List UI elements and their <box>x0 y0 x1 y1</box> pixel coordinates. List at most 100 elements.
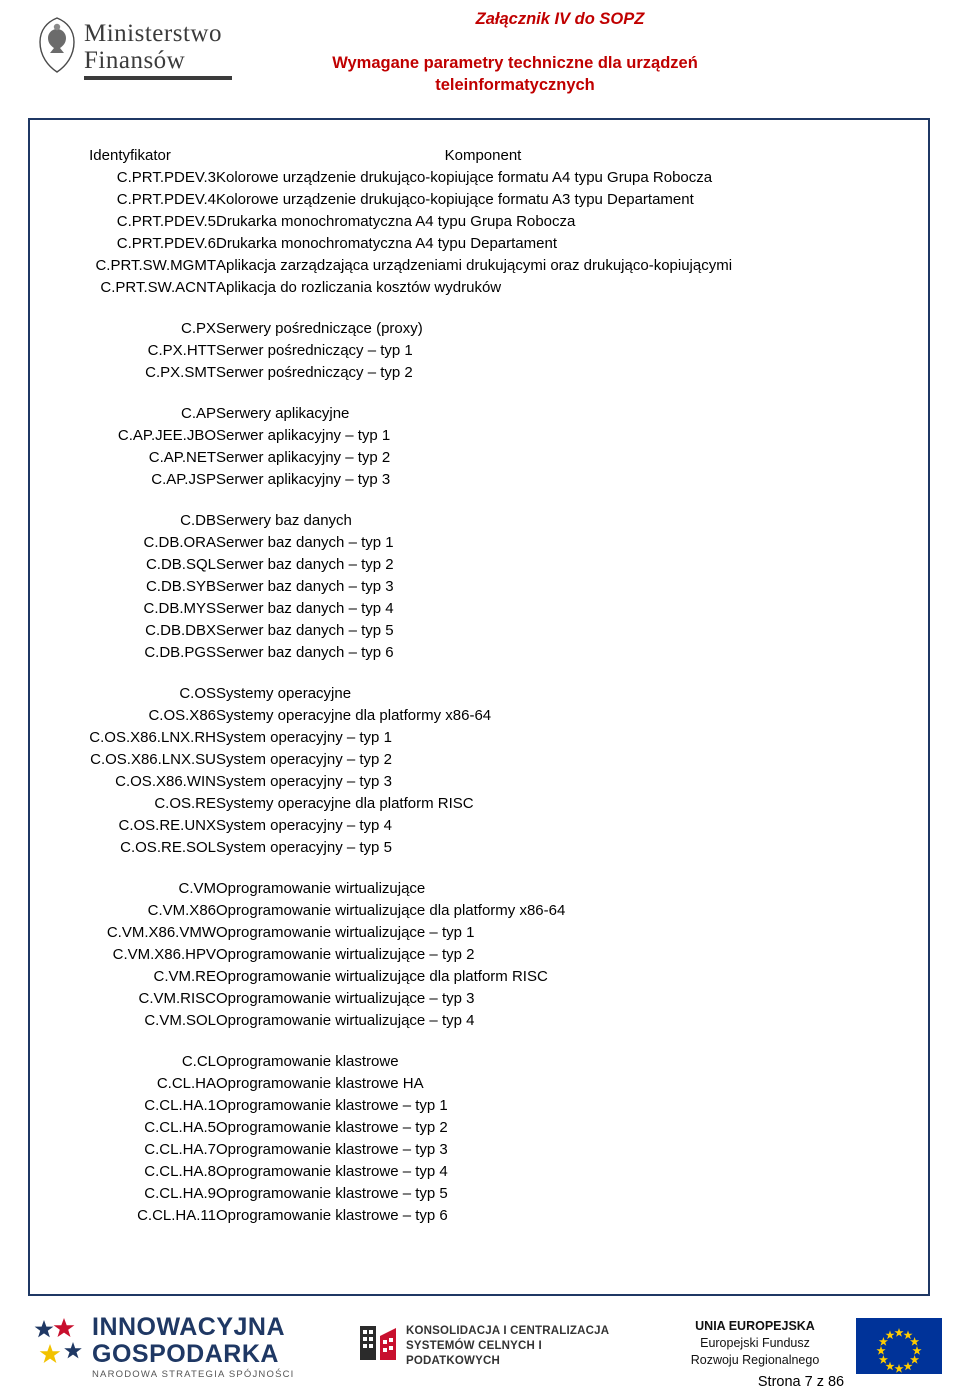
component-cell: Drukarka monochromatyczna A4 typu Grupa … <box>216 213 576 230</box>
component-cell: Serwer pośredniczący – typ 2 <box>216 364 413 381</box>
identifier-cell: C.DB.SYB <box>145 578 216 595</box>
innowacyjna-text: INNOWACYJNA GOSPODARKA NARODOWA STRATEGI… <box>92 1314 324 1382</box>
component-cell: Serwer baz danych – typ 4 <box>216 600 394 617</box>
table-row: C.CL.HA.9 Oprogramowanie klastrowe – typ … <box>44 1183 750 1205</box>
innowacyjna-stars-icon <box>34 1316 88 1370</box>
table-row: C.OS.X86.LNX.SU System operacyjny – typ 2 <box>44 749 750 771</box>
identifier-cell: C.DB.DBX <box>145 622 216 639</box>
component-cell: Serwer baz danych – typ 1 <box>216 534 394 551</box>
table-header-row: Identyfikator Komponent <box>44 145 750 167</box>
eu-funds-logo: UNIA EUROPEJSKA Europejski Fundusz Rozwo… <box>660 1314 942 1376</box>
component-cell: Oprogramowanie wirtualizujące – typ 1 <box>216 924 475 941</box>
innowacyjna-line1: INNOWACYJNA <box>92 1313 286 1341</box>
table-row: C.CL.HA Oprogramowanie klastrowe HA <box>44 1073 750 1095</box>
table-row: C.AP.JEE.JBO Serwer aplikacyjny – typ 1 <box>44 425 750 447</box>
identifier-cell: C.CL <box>181 1053 216 1070</box>
identifier-cell: C.OS <box>179 685 216 702</box>
table-spacer-row <box>44 1032 750 1051</box>
konsolidacja-line2: SYSTEMÓW CELNYCH I PODATKOWYCH <box>406 1340 542 1367</box>
table-row: C.CL.HA.11 Oprogramowanie klastrowe – typ… <box>44 1205 750 1227</box>
identifier-cell: C.VM.X86.VMW <box>106 924 216 941</box>
component-cell: System operacyjny – typ 1 <box>216 729 392 746</box>
table-body: C.PRT.PDEV.3 Kolorowe urządzenie drukując… <box>44 167 750 1227</box>
component-cell: Oprogramowanie klastrowe – typ 2 <box>216 1119 448 1136</box>
identifier-cell: C.OS.RE.SOL <box>120 839 216 856</box>
identifier-cell: C.PX.SMT <box>145 364 216 381</box>
table-row: C.CL Oprogramowanie klastrowe <box>44 1051 750 1073</box>
spacer-cell <box>216 299 750 318</box>
component-cell: Serwer aplikacyjny – typ 2 <box>216 449 391 466</box>
identifier-cell: C.OS.X86.LNX.SU <box>90 751 216 768</box>
identifier-cell: C.PRT.SW.ACNT <box>100 279 216 296</box>
component-cell: Aplikacja do rozliczania kosztów wydrukó… <box>216 279 502 296</box>
component-cell: Serwery baz danych <box>216 512 352 529</box>
table-row: C.VM.X86.HPV Oprogramowanie wirtualizując… <box>44 944 750 966</box>
table-row: C.DB.DBX Serwer baz danych – typ 5 <box>44 620 750 642</box>
ministry-logo-line2: Finansów <box>84 47 186 74</box>
table-row: C.VM.RE Oprogramowanie wirtualizujące dla… <box>44 966 750 988</box>
identifier-cell: C.VM.SOL <box>144 1012 216 1029</box>
eu-text: UNIA EUROPEJSKA Europejski Fundusz Rozwo… <box>660 1318 850 1369</box>
spacer-cell <box>44 384 216 403</box>
eu-line1: UNIA EUROPEJSKA <box>695 1319 815 1333</box>
table-row: C.CL.HA.8 Oprogramowanie klastrowe – typ … <box>44 1161 750 1183</box>
identifier-cell: C.PRT.SW.MGMT <box>95 257 216 274</box>
table-row: C.DB.MYS Serwer baz danych – typ 4 <box>44 598 750 620</box>
identifier-cell: C.PRT.PDEV.4 <box>116 191 216 208</box>
document-title-line2: teleinformatycznych <box>435 76 595 94</box>
table-row: C.OS.RE Systemy operacyjne dla platform R… <box>44 793 750 815</box>
column-header-identyfikator: Identyfikator <box>89 147 171 164</box>
component-cell: Drukarka monochromatyczna A4 typu Depart… <box>216 235 557 252</box>
table-row: C.DB Serwery baz danych <box>44 510 750 532</box>
component-cell: Serwer baz danych – typ 5 <box>216 622 394 639</box>
component-cell: Kolorowe urządzenie drukująco-kopiujące … <box>216 169 713 186</box>
identifier-cell: C.CL.HA.8 <box>144 1163 216 1180</box>
ministry-logo-text: Ministerstwo Finansów <box>84 20 234 74</box>
table-row: C.PX Serwery pośredniczące (proxy) <box>44 318 750 340</box>
table-row: C.PX.HTT Serwer pośredniczący – typ 1 <box>44 340 750 362</box>
spacer-cell <box>44 664 216 683</box>
identifier-cell: C.DB.SQL <box>145 556 216 573</box>
table-row: C.PRT.PDEV.3 Kolorowe urządzenie drukując… <box>44 167 750 189</box>
annex-label: Załącznik IV do SOPZ <box>475 10 645 28</box>
identifier-cell: C.CL.HA.9 <box>144 1185 216 1202</box>
table-row: C.OS.X86.LNX.RH System operacyjny – typ 1 <box>44 727 750 749</box>
spacer-cell <box>44 491 216 510</box>
polish-eagle-crest-icon <box>34 16 80 74</box>
identifier-cell: C.VM.X86.HPV <box>112 946 216 963</box>
ministry-logo-rule <box>84 76 232 80</box>
page-footer: INNOWACYJNA GOSPODARKA NARODOWA STRATEGI… <box>0 1300 960 1391</box>
table-spacer-row <box>44 859 750 878</box>
table-row: C.VM.X86 Oprogramowanie wirtualizujące dl… <box>44 900 750 922</box>
table-row: C.OS.X86 Systemy operacyjne dla platformy… <box>44 705 750 727</box>
identifier-cell: C.DB <box>180 512 216 529</box>
identifier-cell: C.CL.HA.5 <box>144 1119 216 1136</box>
spacer-cell <box>44 859 216 878</box>
component-cell: Oprogramowanie wirtualizujące <box>216 880 426 897</box>
identifier-cell: C.PRT.PDEV.3 <box>116 169 216 186</box>
identifier-cell: C.AP <box>180 405 216 422</box>
component-cell: Serwer aplikacyjny – typ 3 <box>216 471 391 488</box>
innowacyjna-gospodarka-logo: INNOWACYJNA GOSPODARKA NARODOWA STRATEGI… <box>34 1312 324 1380</box>
konsolidacja-line1: KONSOLIDACJA I CENTRALIZACJA <box>406 1325 610 1337</box>
component-cell: System operacyjny – typ 3 <box>216 773 392 790</box>
identifier-cell: C.CL.HA.1 <box>144 1097 216 1114</box>
ministry-logo: Ministerstwo Finansów <box>28 14 232 84</box>
identifier-cell: C.PRT.PDEV.6 <box>116 235 216 252</box>
component-cell: Systemy operacyjne dla platformy x86-64 <box>216 707 492 724</box>
identifier-cell: C.OS.RE.UNX <box>118 817 216 834</box>
component-cell: Serwer aplikacyjny – typ 1 <box>216 427 391 444</box>
identifier-cell: C.PX <box>180 320 216 337</box>
identifier-cell: C.PX.HTT <box>147 342 216 359</box>
eu-line2: Europejski Fundusz <box>700 1336 810 1350</box>
konsolidacja-logo: KONSOLIDACJA I CENTRALIZACJA SYSTEMÓW CE… <box>358 1316 628 1374</box>
components-table: Identyfikator Komponent C.PRT.PDEV.3 Kolo… <box>44 145 750 1227</box>
table-row: C.CL.HA.5 Oprogramowanie klastrowe – typ … <box>44 1117 750 1139</box>
component-cell: System operacyjny – typ 2 <box>216 751 392 768</box>
table-row: C.OS.RE.SOL System operacyjny – typ 5 <box>44 837 750 859</box>
identifier-cell: C.DB.MYS <box>143 600 216 617</box>
component-cell: Oprogramowanie wirtualizujące dla platfo… <box>216 902 566 919</box>
component-cell: Oprogramowanie wirtualizujące – typ 2 <box>216 946 475 963</box>
identifier-cell: C.CL.HA <box>156 1075 216 1092</box>
identifier-cell: C.DB.PGS <box>144 644 216 661</box>
